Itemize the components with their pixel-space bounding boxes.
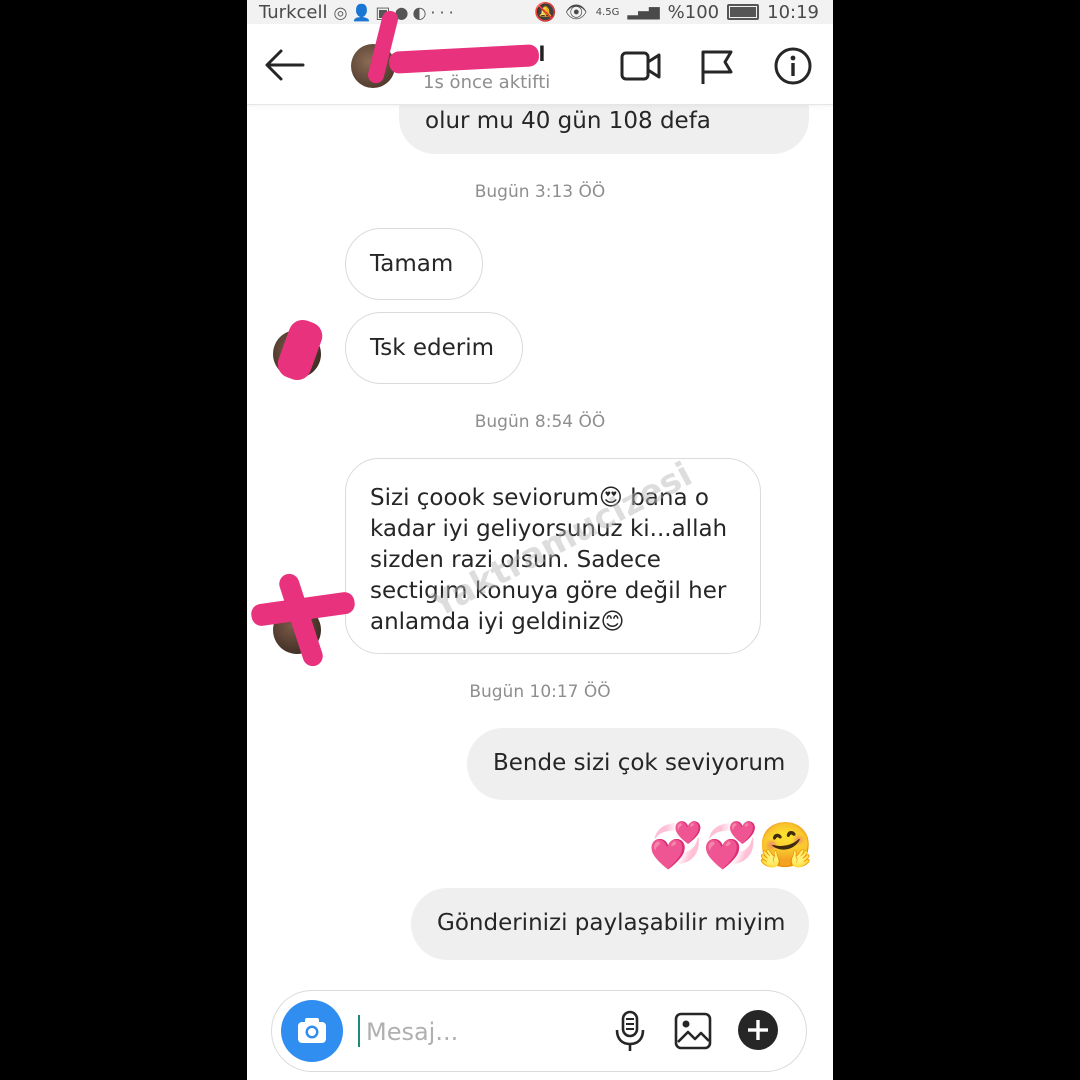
name-redaction-scribble xyxy=(388,44,540,74)
battery-label: %100 xyxy=(667,1,720,23)
report-flag-icon[interactable] xyxy=(697,46,737,86)
more-notifications: ··· xyxy=(430,2,458,22)
message-thread: olur mu 40 gün 108 defa Bugün 3:13 ÖÖ Ta… xyxy=(247,74,833,984)
timestamp: Bugün 10:17 ÖÖ xyxy=(469,682,611,702)
plus-icon xyxy=(748,1020,768,1040)
message-text: Gönderinizi paylaşabilir miyim xyxy=(437,910,786,936)
last-active-status: 1s önce aktifti xyxy=(423,72,551,93)
add-plus-button[interactable] xyxy=(738,1010,778,1050)
back-arrow-icon[interactable] xyxy=(263,46,307,84)
add-user-icon: 👤 xyxy=(351,2,376,22)
incoming-message[interactable]: Tsk ederim xyxy=(345,312,523,384)
microphone-icon[interactable] xyxy=(612,1009,648,1053)
message-text: Tsk ederim xyxy=(370,335,495,361)
message-text: Sizi çoook seviorum😍 bana o kadar iyi ge… xyxy=(370,485,728,635)
timestamp: Bugün 3:13 ÖÖ xyxy=(474,182,606,202)
emoji-message[interactable]: 💞💞🤗 xyxy=(627,818,813,874)
gallery-image-icon[interactable] xyxy=(674,1012,712,1050)
battery-icon xyxy=(727,4,760,20)
instagram-icon: ◎ xyxy=(333,2,352,22)
timestamp: Bugün 8:54 ÖÖ xyxy=(474,412,606,432)
signal-icon: ▂▄▆ xyxy=(627,4,660,20)
outgoing-message[interactable]: Bende sizi çok seviyorum xyxy=(467,728,809,800)
incoming-message[interactable]: Sizi çoook seviorum😍 bana o kadar iyi ge… xyxy=(345,458,761,654)
chat-header: al 1s önce aktifti xyxy=(247,9,833,105)
message-text: olur mu 40 gün 108 defa xyxy=(425,108,711,134)
text-cursor xyxy=(358,1015,360,1047)
clock: 10:19 xyxy=(767,1,819,23)
info-icon[interactable] xyxy=(773,46,813,86)
mute-icon: 🔕 xyxy=(534,1,557,23)
camera-button[interactable] xyxy=(281,1000,343,1062)
camera-icon xyxy=(298,1018,326,1043)
right-letterbox xyxy=(942,0,1080,1080)
message-text: Tamam xyxy=(370,251,454,277)
eye-icon: 👁 xyxy=(564,1,588,23)
status-bar: Turkcell ◎👤▣●◐··· 🔕 👁 4.5G ▂▄▆ %100 10:1… xyxy=(247,0,833,24)
network-label: 4.5G xyxy=(595,6,620,18)
left-letterbox xyxy=(0,0,138,1080)
incoming-message[interactable]: Tamam xyxy=(345,228,483,300)
phone-screen: Turkcell ◎👤▣●◐··· 🔕 👁 4.5G ▂▄▆ %100 10:1… xyxy=(247,0,833,1080)
video-call-icon[interactable] xyxy=(619,48,663,84)
message-composer xyxy=(271,990,807,1072)
outgoing-message[interactable]: Gönderinizi paylaşabilir miyim xyxy=(411,888,809,960)
carrier-label: Turkcell xyxy=(259,1,328,23)
message-input[interactable] xyxy=(364,1011,608,1053)
message-text: Bende sizi çok seviyorum xyxy=(493,750,786,776)
app-icon: ◐ xyxy=(412,2,431,22)
